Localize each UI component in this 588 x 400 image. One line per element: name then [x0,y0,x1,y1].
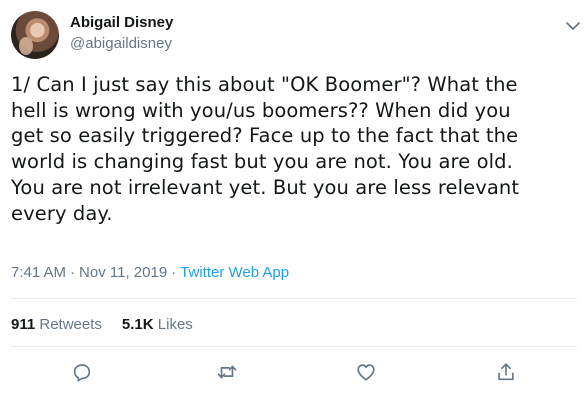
divider [11,346,577,347]
chevron-down-icon[interactable] [566,18,580,30]
retweets-count: 911 [11,316,36,333]
likes-count: 5.1K [121,316,154,333]
retweets-stat[interactable]: 911 Retweets [11,316,102,333]
tweet-date[interactable]: Nov 11, 2019 [79,264,167,281]
likes-label: Likes [157,316,193,333]
share-icon[interactable] [495,361,517,383]
tweet-time[interactable]: 7:41 AM [11,264,66,281]
retweet-icon[interactable] [216,361,238,383]
meta-separator: · [70,264,76,281]
engagement-stats: 911 Retweets 5.1K Likes [11,316,193,333]
user-handle[interactable]: @abigaildisney [70,35,172,52]
tweet-meta: 7:41 AM · Nov 11, 2019 · Twitter Web App [11,264,289,281]
retweets-label: Retweets [39,316,102,333]
reply-icon[interactable] [71,361,93,383]
meta-separator: · [171,264,177,281]
tweet-source-link[interactable]: Twitter Web App [180,264,289,281]
tweet-text: 1/ Can I just say this about "OK Boomer"… [11,73,520,225]
tweet-card: Abigail Disney @abigaildisney 1/ Can I j… [0,0,588,400]
likes-stat[interactable]: 5.1K Likes [122,316,193,333]
display-name[interactable]: Abigail Disney [70,14,173,31]
heart-icon[interactable] [355,361,377,383]
divider [11,298,577,299]
avatar[interactable] [11,11,59,59]
